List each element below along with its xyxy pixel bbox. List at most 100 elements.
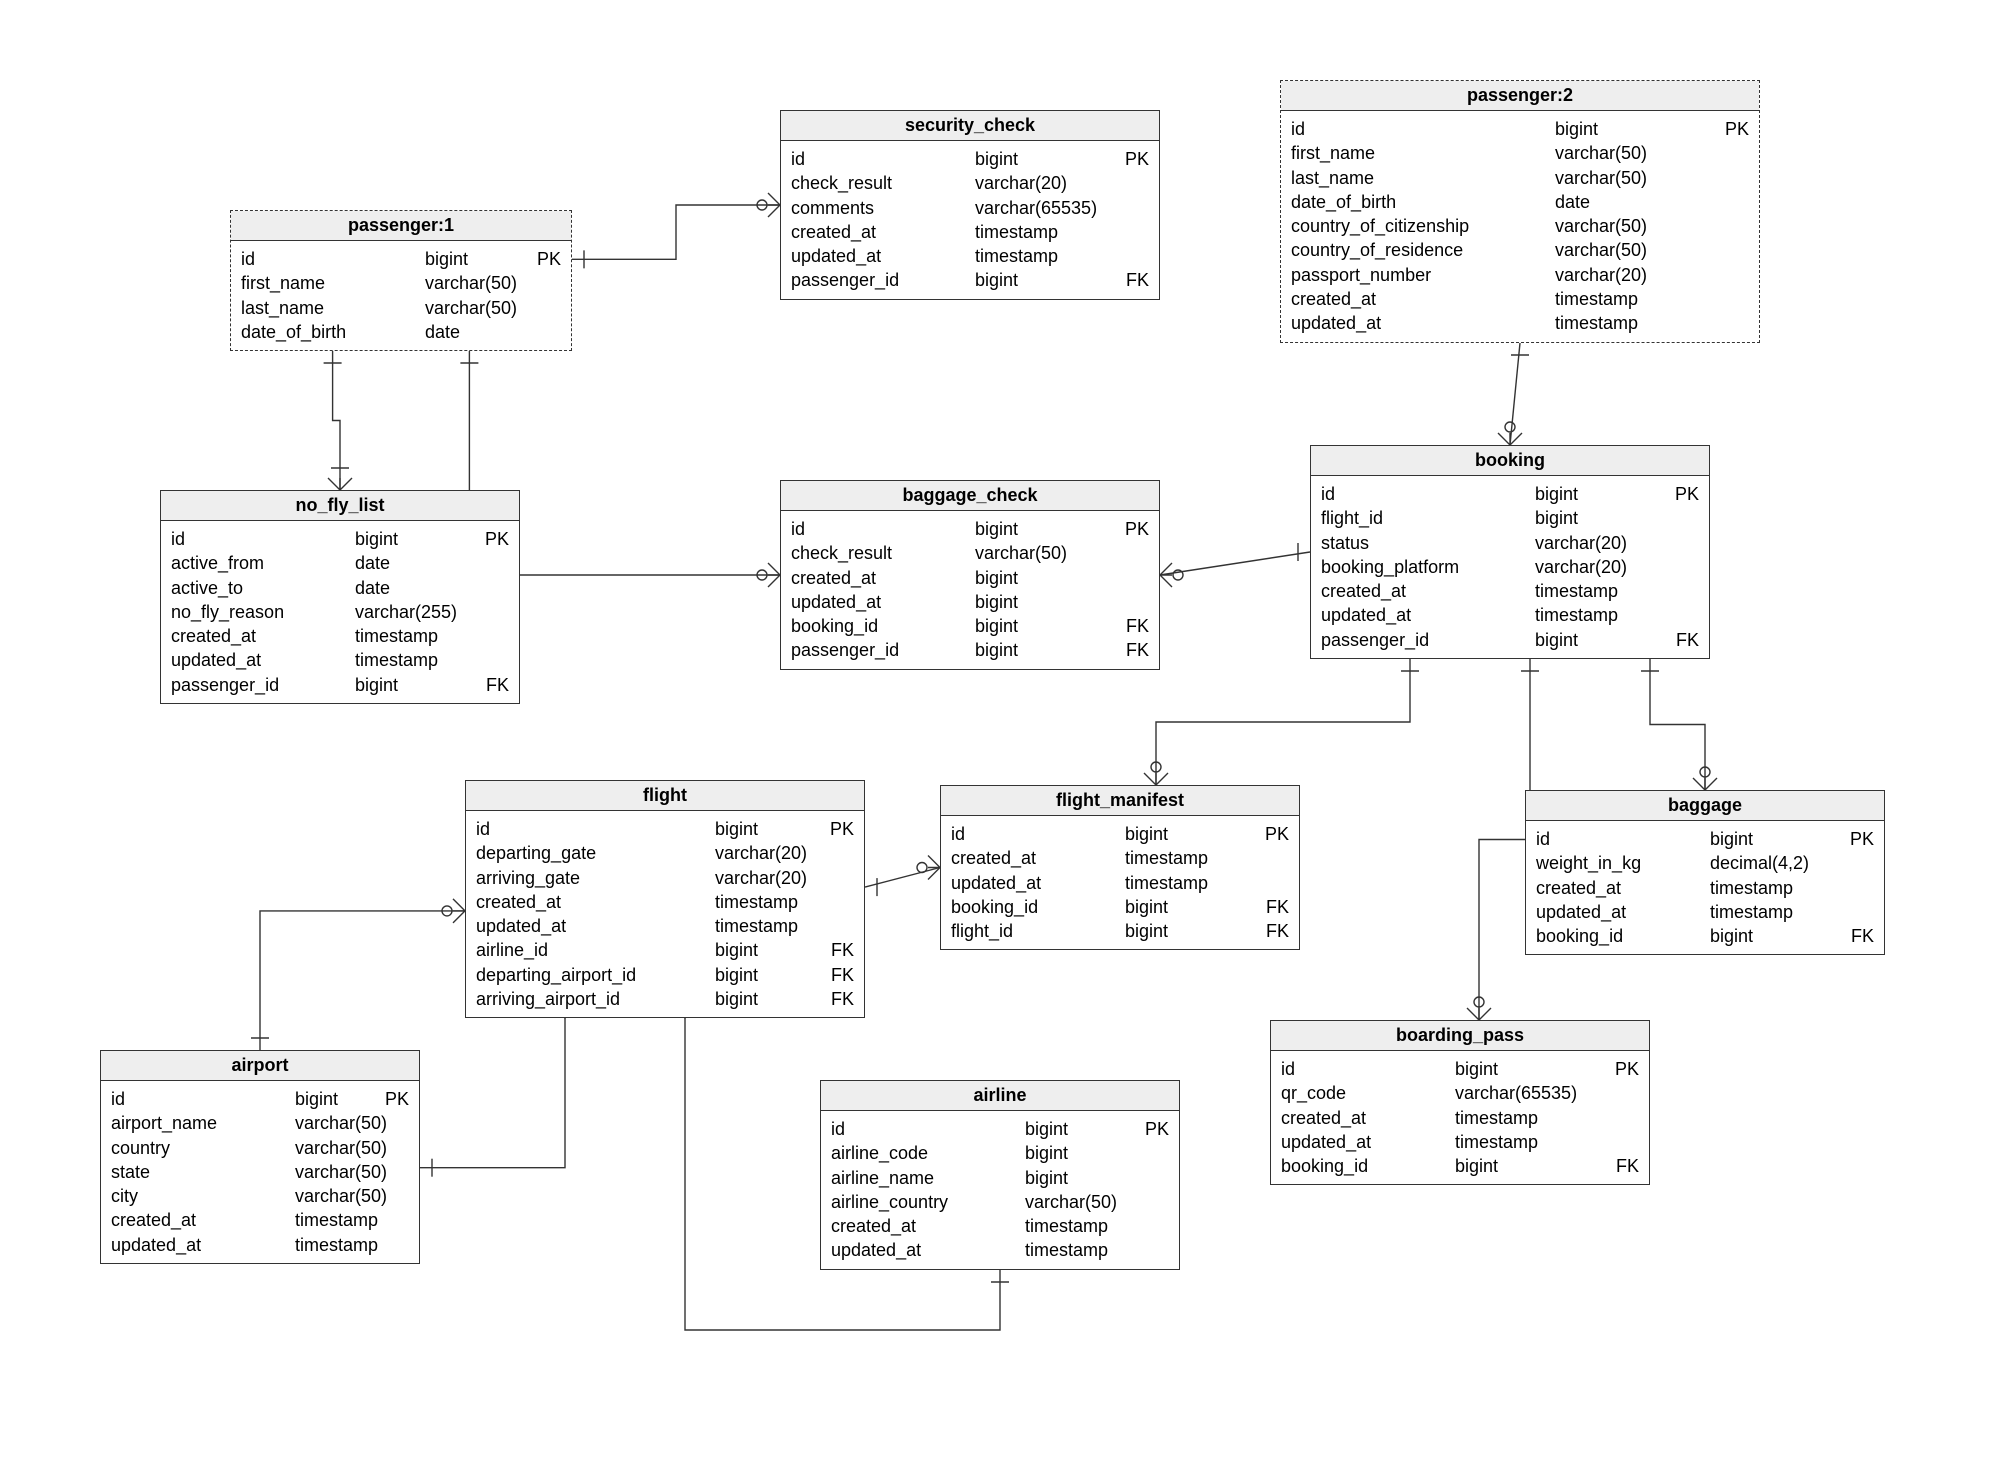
entity-body: idbigintPKfirst_namevarchar(50)last_name… [1281,111,1759,342]
column-key [1255,846,1289,870]
column-name: created_at [791,220,961,244]
entity-row: check_resultvarchar(50) [791,541,1149,565]
column-key [1115,541,1149,565]
column-key: FK [475,673,509,697]
entity-body: idbigintPKcheck_resultvarchar(20)comment… [781,141,1159,299]
column-type: bigint [961,566,1115,590]
column-type: varchar(50) [281,1111,387,1135]
column-name: booking_id [791,614,961,638]
entity-row: created_attimestamp [1321,579,1699,603]
column-key: FK [1665,628,1699,652]
column-key [1115,244,1149,268]
entity-title: airport [101,1051,419,1081]
column-name: flight_id [1321,506,1521,530]
column-name: created_at [831,1214,1011,1238]
entity-row: no_fly_reasonvarchar(255) [171,600,509,624]
column-key: PK [1255,822,1289,846]
column-key [1665,579,1699,603]
column-type: varchar(20) [701,841,820,865]
entity-row: arriving_gatevarchar(20) [476,866,854,890]
column-type: varchar(50) [1541,238,1715,262]
entity-row: flight_idbigint [1321,506,1699,530]
entity-body: idbigintPKqr_codevarchar(65535)created_a… [1271,1051,1649,1184]
column-type: timestamp [1011,1214,1135,1238]
column-type: bigint [1521,482,1665,506]
entity-row: idbigintPK [791,147,1149,171]
column-name: updated_at [111,1233,281,1257]
column-name: departing_gate [476,841,701,865]
column-name: created_at [1291,287,1541,311]
entity-body: idbigintPKairport_namevarchar(50)country… [101,1081,419,1263]
column-key: PK [1715,117,1749,141]
column-type: varchar(65535) [961,196,1115,220]
entity-row: idbigintPK [1321,482,1699,506]
entity-row: updated_attimestamp [476,914,854,938]
entity-row: last_namevarchar(50) [241,296,561,320]
column-name: booking_platform [1321,555,1521,579]
column-name: booking_id [951,895,1111,919]
column-key [475,648,509,672]
entity-security_check: security_checkidbigintPKcheck_resultvarc… [780,110,1160,300]
column-key [1715,190,1749,214]
column-name: flight_id [951,919,1111,943]
column-name: id [1321,482,1521,506]
entity-row: departing_airport_idbigintFK [476,963,854,987]
entity-row: updated_attimestamp [1536,900,1874,924]
column-key [1115,196,1149,220]
column-type: varchar(20) [1541,263,1715,287]
column-name: active_from [171,551,341,575]
entity-row: updated_attimestamp [111,1233,409,1257]
column-name: id [951,822,1111,846]
column-name: first_name [241,271,411,295]
entity-row: commentsvarchar(65535) [791,196,1149,220]
entity-row: airline_countryvarchar(50) [831,1190,1169,1214]
column-name: country_of_citizenship [1291,214,1541,238]
entity-row: updated_attimestamp [791,244,1149,268]
column-type: bigint [281,1087,375,1111]
entity-title: airline [821,1081,1179,1111]
column-type: varchar(50) [1541,214,1715,238]
entity-row: statusvarchar(20) [1321,531,1699,555]
column-name: airline_id [476,938,701,962]
column-name: comments [791,196,961,220]
entity-row: statevarchar(50) [111,1160,409,1184]
entity-row: flight_idbigintFK [951,919,1289,943]
column-type: timestamp [281,1233,378,1257]
column-type: bigint [1111,895,1255,919]
column-name: no_fly_reason [171,600,341,624]
column-key [1665,506,1699,530]
column-key: FK [1605,1154,1639,1178]
entity-flight_manifest: flight_manifestidbigintPKcreated_attimes… [940,785,1300,950]
column-type: varchar(50) [281,1184,387,1208]
entity-row: updated_attimestamp [1321,603,1699,627]
entity-row: idbigintPK [111,1087,409,1111]
entity-baggage_check: baggage_checkidbigintPKcheck_resultvarch… [780,480,1160,670]
entity-no_fly_list: no_fly_listidbigintPKactive_fromdateacti… [160,490,520,704]
entity-row: check_resultvarchar(20) [791,171,1149,195]
entity-row: created_attimestamp [1281,1106,1639,1130]
entity-row: created_attimestamp [1536,876,1874,900]
column-type: varchar(50) [961,541,1115,565]
column-type: varchar(50) [1541,166,1715,190]
entity-passenger2: passenger:2idbigintPKfirst_namevarchar(5… [1280,80,1760,343]
column-key [1715,263,1749,287]
column-name: id [476,817,701,841]
column-name: created_at [476,890,701,914]
column-name: booking_id [1536,924,1696,948]
column-name: updated_at [1281,1130,1441,1154]
column-key [1840,851,1874,875]
column-key: PK [527,247,561,271]
column-key [1840,900,1874,924]
column-key: PK [1115,147,1149,171]
column-type: bigint [411,247,527,271]
column-type: bigint [1521,506,1665,530]
column-name: updated_at [951,871,1111,895]
column-type: timestamp [1441,1106,1605,1130]
column-key [387,1184,421,1208]
column-name: updated_at [791,590,961,614]
entity-body: idbigintPKweight_in_kgdecimal(4,2)create… [1526,821,1884,954]
column-type: date [341,576,475,600]
column-key [1115,590,1149,614]
entity-row: idbigintPK [951,822,1289,846]
column-type: timestamp [1521,579,1665,603]
